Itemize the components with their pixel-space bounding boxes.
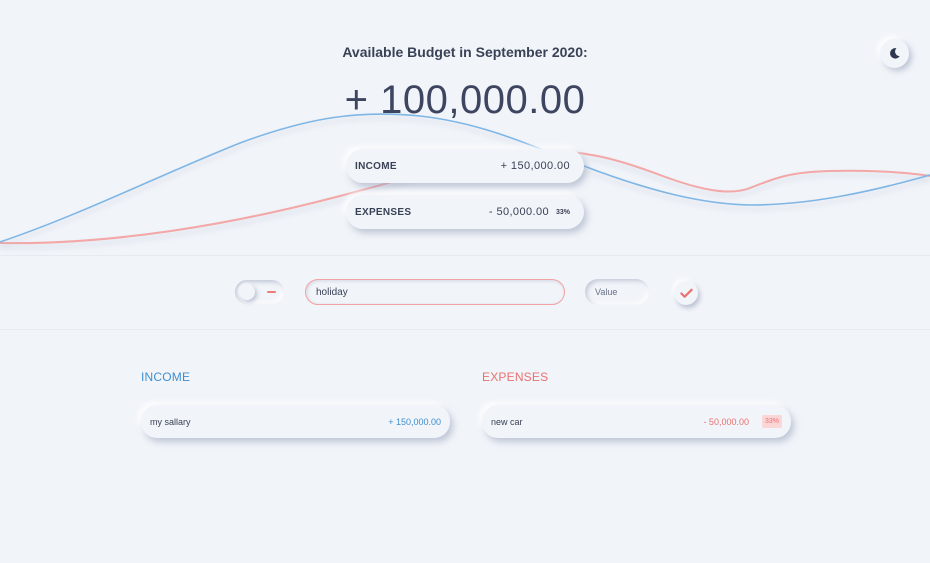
expenses-summary: EXPENSES - 50,000.00 33% (346, 195, 584, 229)
expenses-summary-label: EXPENSES (355, 206, 412, 218)
income-list-item[interactable]: my sallary + 150,000.00 (141, 405, 450, 438)
income-list-heading: INCOME (141, 370, 191, 384)
expense-item-value: - 50,000.00 (703, 416, 749, 427)
income-expense-toggle[interactable] (235, 280, 284, 304)
description-input[interactable] (305, 279, 565, 305)
theme-toggle-button[interactable] (880, 39, 909, 68)
expenses-percentage: 33% (555, 208, 570, 216)
income-summary: INCOME + 150,000.00 (346, 149, 584, 183)
value-input[interactable] (585, 279, 649, 305)
divider-top (0, 255, 930, 256)
divider-bottom (0, 329, 930, 330)
budget-title: Available Budget in September 2020: (342, 44, 588, 60)
expense-item-percentage: 33% (761, 415, 782, 428)
expense-item-description: new car (491, 416, 523, 427)
expenses-list-heading: EXPENSES (482, 370, 549, 384)
income-item-description: my sallary (150, 416, 191, 427)
expense-list-item[interactable]: new car - 50,000.00 33% (482, 405, 791, 438)
income-summary-label: INCOME (355, 160, 397, 172)
income-item-value: + 150,000.00 (388, 416, 441, 427)
moon-icon (890, 48, 900, 59)
budget-app: Available Budget in September 2020: + 10… (0, 0, 930, 563)
minus-icon (267, 291, 276, 293)
available-budget: + 100,000.00 (344, 78, 586, 122)
add-item-button[interactable] (674, 281, 698, 305)
check-icon (679, 288, 693, 298)
expenses-summary-amount: - 50,000.00 (488, 206, 549, 218)
toggle-knob[interactable] (239, 284, 255, 300)
income-summary-amount: + 150,000.00 (500, 160, 570, 172)
